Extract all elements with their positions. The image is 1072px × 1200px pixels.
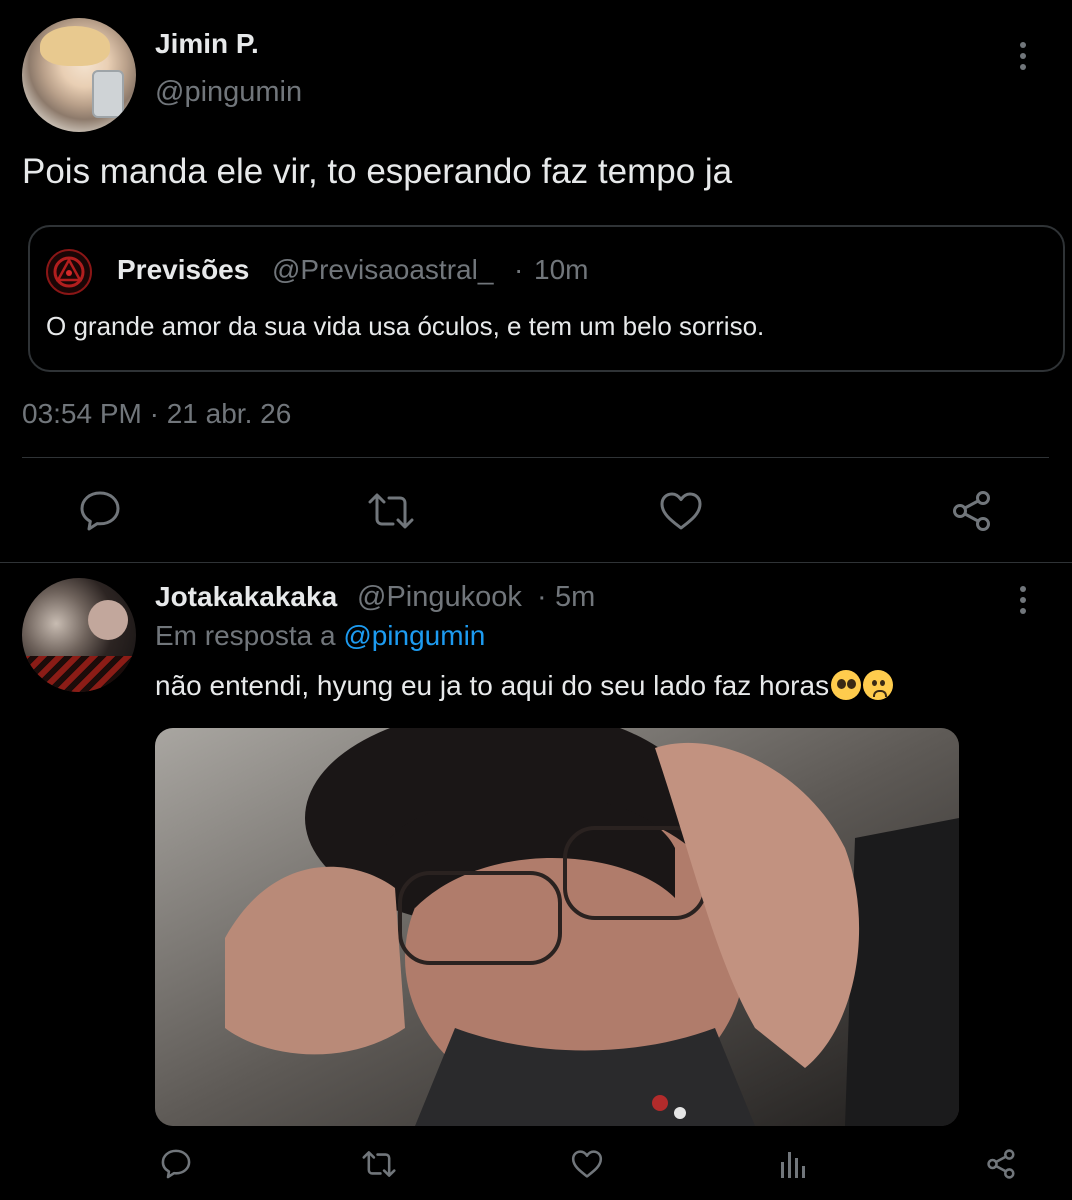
quoted-time: 10m [534, 254, 589, 285]
like-icon[interactable] [658, 489, 704, 533]
reply-separator: · [537, 581, 547, 613]
avatar[interactable] [22, 18, 136, 132]
reply-media-photo[interactable] [155, 728, 959, 1126]
avatar-phone [92, 70, 124, 118]
reply-time[interactable]: 5m [555, 581, 595, 614]
divider [0, 562, 1072, 563]
avatar-face [88, 600, 128, 640]
author-display-name[interactable]: Jimin P. [155, 28, 259, 60]
reply-text-line: não entendi, hyung eu ja to aqui do seu … [155, 670, 894, 702]
reply-display-name[interactable]: Jotakakakaka [155, 581, 337, 613]
like-icon[interactable] [570, 1148, 604, 1180]
reply-handle[interactable]: @Pingukook [357, 581, 522, 614]
reply-prefix: Em resposta a [155, 620, 344, 651]
retweet-icon[interactable] [360, 1148, 398, 1180]
quoted-handle: @Previsaoastral_ [272, 254, 494, 285]
quoted-avatar [46, 249, 92, 295]
quoted-tweet-card[interactable] [28, 225, 1065, 372]
tweet-text: Pois manda ele vir, to esperando faz tem… [22, 152, 733, 191]
author-handle[interactable]: @pingumin [155, 76, 302, 109]
avatar-hair [40, 26, 110, 66]
slightly-frowning-face-emoji [863, 670, 894, 700]
reply-icon[interactable] [160, 1148, 192, 1180]
retweet-icon[interactable] [366, 489, 416, 533]
share-icon[interactable] [950, 489, 996, 533]
more-options-icon[interactable] [1020, 42, 1028, 75]
avatar[interactable] [22, 578, 136, 692]
pleading-face-emoji [831, 670, 862, 700]
views-icon[interactable] [778, 1148, 810, 1180]
reply-text: não entendi, hyung eu ja to aqui do seu … [155, 670, 830, 701]
reply-icon[interactable] [78, 489, 122, 533]
quoted-separator: · [514, 254, 524, 285]
quoted-display-name: Previsões [117, 254, 250, 285]
reply-context: Em resposta a @pingumin [155, 620, 485, 652]
share-icon[interactable] [985, 1148, 1019, 1180]
avatar-pattern [22, 656, 136, 692]
quoted-text: O grande amor da sua vida usa óculos, e … [46, 311, 765, 341]
divider [22, 457, 1049, 458]
reply-mention-link[interactable]: @pingumin [343, 620, 485, 651]
more-options-icon[interactable] [1020, 586, 1028, 619]
tweet-timestamp[interactable]: 03:54 PM · 21 abr. 26 [22, 398, 291, 430]
